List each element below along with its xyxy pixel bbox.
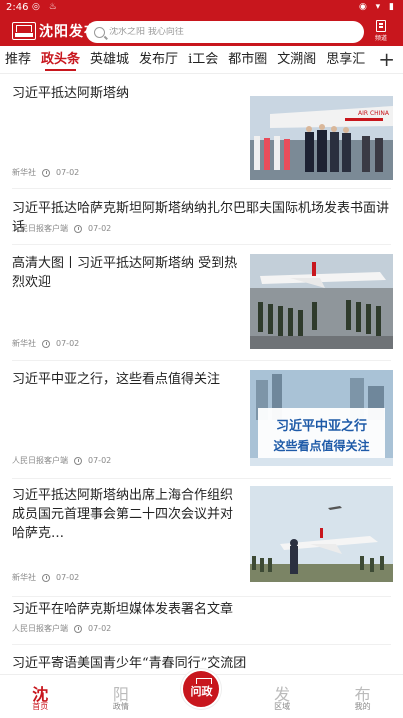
- nav-label: 首页: [32, 702, 49, 711]
- status-time: 2:46: [6, 2, 29, 13]
- divider: [12, 188, 391, 189]
- logo-icon: [12, 22, 36, 40]
- clock-icon: [74, 224, 82, 233]
- system-icons: ◉ ▾ ▮: [358, 2, 397, 12]
- article-source: 新华社: [12, 339, 36, 348]
- document-icon: [376, 20, 386, 32]
- article-source: 人民日报客户端: [12, 224, 68, 233]
- article-title: 高清大图丨习近平抵达阿斯塔纳 受到热烈欢迎: [12, 256, 238, 290]
- thumb-caption-line-2: 这些看点值得关注: [273, 438, 369, 453]
- article-date: 07-02: [88, 624, 112, 633]
- article-title: 习近平在哈萨克斯坦媒体发表署名文章: [12, 602, 234, 617]
- nav-label: 我的: [354, 702, 371, 711]
- clock-icon: [42, 573, 50, 582]
- list-item[interactable]: 习近平中亚之行，这些看点值得关注 人民日报客户端 07-02 习近平中亚之行 这…: [0, 364, 403, 474]
- channel-button[interactable]: 频道: [369, 20, 393, 44]
- divider: [12, 596, 391, 597]
- search-bar[interactable]: [86, 21, 364, 43]
- home-icon: 沈: [32, 685, 49, 704]
- nav-inquiry[interactable]: 问政: [161, 669, 242, 718]
- article-thumbnail[interactable]: [250, 486, 393, 582]
- divider: [12, 360, 391, 361]
- article-source: 新华社: [12, 168, 36, 177]
- article-thumbnail[interactable]: 习近平中亚之行 这些看点值得关注: [250, 370, 393, 466]
- news-feed[interactable]: 习近平抵达阿斯塔纳 新华社 07-02 AIR CHINA 习近平抵达哈萨克斯坦…: [0, 74, 403, 674]
- article-thumbnail[interactable]: AIR CHINA: [250, 96, 393, 180]
- article-thumbnail[interactable]: [250, 254, 393, 349]
- thumb-caption: AIR CHINA: [358, 110, 390, 117]
- article-source: 新华社: [12, 573, 36, 582]
- nav-label: 区域: [274, 702, 291, 711]
- list-item[interactable]: 习近平抵达阿斯塔纳出席上海合作组织成员国元首理事会第二十四次会议并对哈萨克… 新…: [0, 482, 403, 592]
- article-meta: 人民日报客户端 07-02: [12, 223, 111, 234]
- article-title: 习近平中亚之行，这些看点值得关注: [12, 372, 221, 387]
- tab-metro[interactable]: 都市圈: [223, 46, 272, 74]
- nav-politics[interactable]: 阳 政情: [81, 675, 162, 718]
- tab-hero-city[interactable]: 英雄城: [85, 46, 134, 74]
- list-item[interactable]: 习近平在哈萨克斯坦媒体发表署名文章 人民日报客户端 07-02: [0, 598, 403, 644]
- tab-politics[interactable]: 政: [370, 46, 372, 74]
- article-date: 07-02: [56, 573, 80, 582]
- clock-icon: [74, 456, 82, 465]
- channel-label: 频道: [374, 35, 387, 42]
- add-channel-icon[interactable]: +: [378, 46, 395, 74]
- search-icon: [94, 26, 105, 38]
- article-meta: 新华社 07-02: [12, 338, 79, 349]
- tab-thoughts[interactable]: 思享汇: [321, 46, 370, 74]
- thumb-caption-line-1: 习近平中亚之行: [276, 418, 367, 434]
- politics-icon: 阳: [112, 685, 129, 704]
- list-item[interactable]: 习近平抵达阿斯塔纳 新华社 07-02 AIR CHINA: [0, 74, 403, 184]
- notification-icons: ◎ ♨: [32, 2, 60, 12]
- list-item[interactable]: 高清大图丨习近平抵达阿斯塔纳 受到热烈欢迎 新华社 07-02: [0, 246, 403, 356]
- nav-home[interactable]: 沈 首页: [0, 675, 81, 718]
- nav-region[interactable]: 发 区域: [242, 675, 323, 718]
- clock-icon: [74, 624, 82, 633]
- tab-press-hall[interactable]: 发布厅: [134, 46, 183, 74]
- tab-culture[interactable]: 文溯阁: [272, 46, 321, 74]
- article-date: 07-02: [88, 224, 112, 233]
- article-meta: 新华社 07-02: [12, 572, 79, 583]
- channel-tabs: 推荐 政头条 英雄城 发布厅 i工会 都市圈 文溯阁 思享汇 政 +: [0, 46, 403, 74]
- divider: [12, 644, 391, 645]
- app-header: 2:46 ◎ ♨ ◉ ▾ ▮ 沈阳发布 频道: [0, 0, 403, 46]
- region-icon: 发: [274, 685, 291, 704]
- divider: [12, 244, 391, 245]
- list-item[interactable]: 习近平抵达哈萨克斯坦阿斯塔纳纳扎尔巴耶夫国际机场发表书面讲话 人民日报客户端 0…: [0, 192, 403, 244]
- divider: [12, 478, 391, 479]
- nav-profile[interactable]: 布 我的: [322, 675, 403, 718]
- inquiry-button[interactable]: 问政: [181, 669, 222, 709]
- search-input[interactable]: [109, 27, 349, 37]
- bottom-navigation: 沈 首页 阳 政情 问政 发 区域 布 我的: [0, 669, 403, 718]
- article-source: 人民日报客户端: [12, 624, 68, 633]
- nav-label: 政情: [112, 702, 129, 711]
- tab-recommend[interactable]: 推荐: [0, 46, 36, 74]
- article-date: 07-02: [56, 339, 80, 348]
- tab-union[interactable]: i工会: [183, 46, 223, 74]
- article-meta: 人民日报客户端 07-02: [12, 455, 111, 466]
- status-bar: 2:46 ◎ ♨ ◉ ▾ ▮: [0, 0, 403, 16]
- clock-icon: [42, 168, 50, 177]
- article-meta: 人民日报客户端 07-02: [12, 623, 111, 634]
- profile-icon: 布: [354, 685, 371, 704]
- article-source: 人民日报客户端: [12, 456, 68, 465]
- tab-headlines[interactable]: 政头条: [36, 46, 85, 74]
- clock-icon: [42, 339, 50, 348]
- article-title: 习近平抵达阿斯塔纳出席上海合作组织成员国元首理事会第二十四次会议并对哈萨克…: [12, 488, 234, 541]
- article-date: 07-02: [88, 456, 112, 465]
- article-title: 习近平抵达阿斯塔纳: [12, 86, 130, 101]
- article-date: 07-02: [56, 168, 80, 177]
- article-meta: 新华社 07-02: [12, 167, 79, 178]
